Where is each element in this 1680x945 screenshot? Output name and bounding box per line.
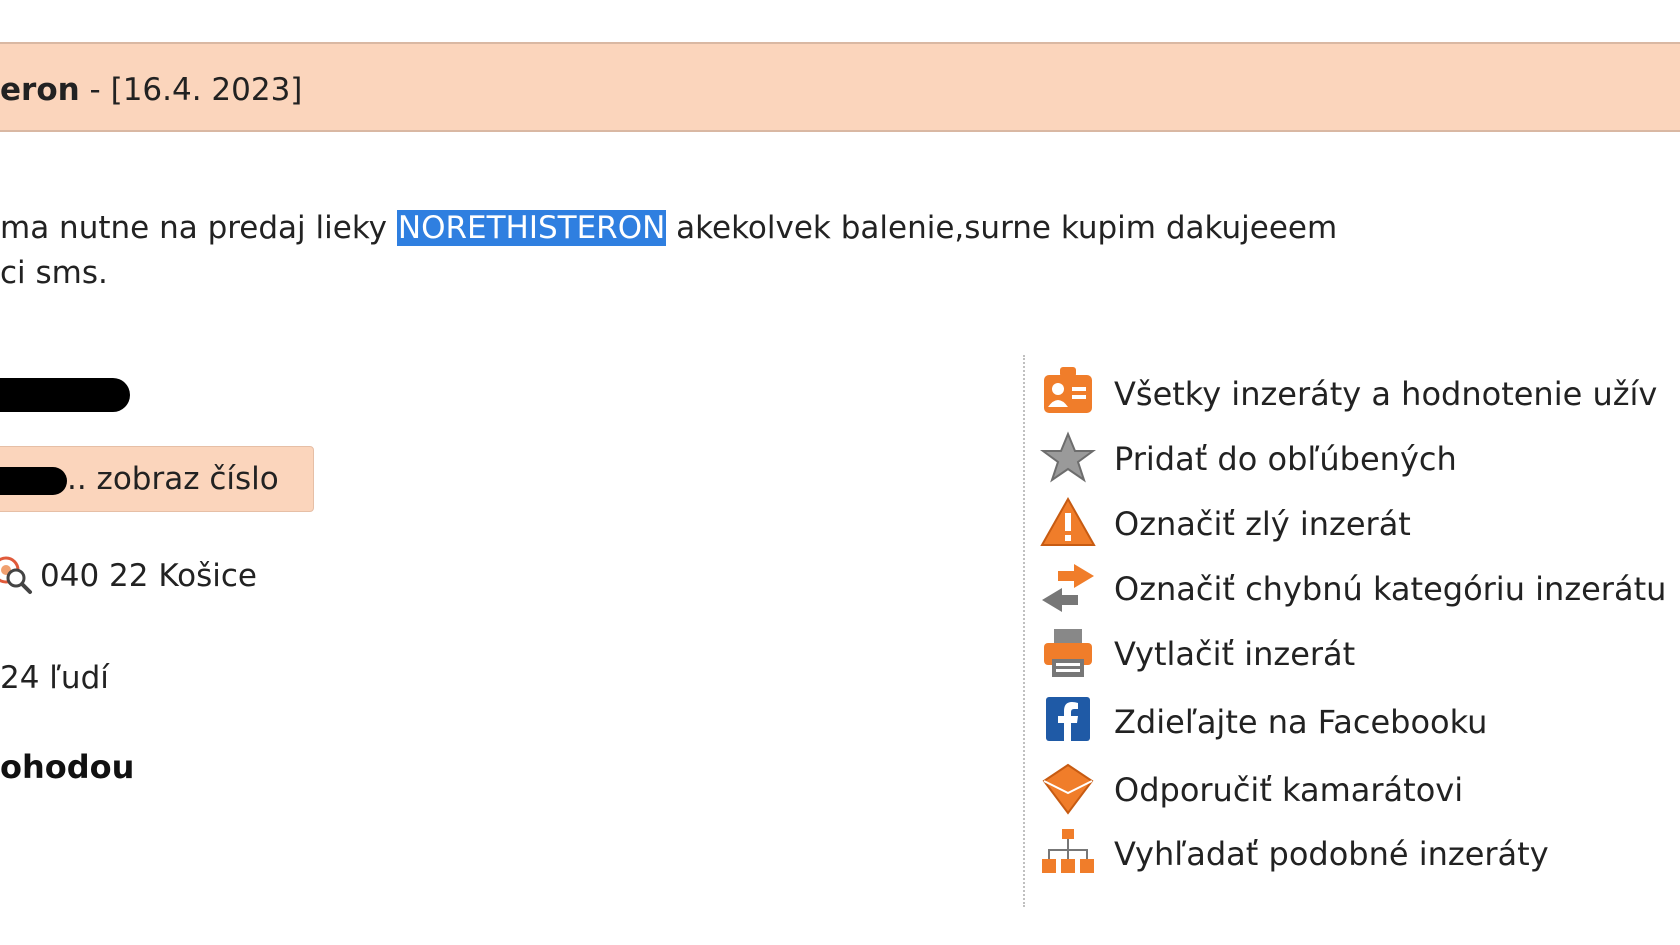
- sitemap-icon: [1042, 829, 1094, 873]
- action-report-bad-ad[interactable]: Označiť zlý inzerát: [1040, 495, 1680, 555]
- redacted-seller-name: [0, 378, 130, 412]
- action-label: Vyhľadať podobné inzeráty: [1114, 835, 1549, 873]
- redacted-phone: [0, 467, 67, 495]
- action-find-similar[interactable]: Vyhľadať podobné inzeráty: [1040, 825, 1680, 885]
- action-print-ad[interactable]: Vytlačiť inzerát: [1040, 625, 1680, 685]
- ad-description: ma nutne na predaj lieky NORETHISTERON a…: [0, 206, 1337, 296]
- ad-header-bar: eron - [16.4. 2023]: [0, 42, 1680, 132]
- description-text: ma nutne na predaj lieky: [0, 210, 397, 246]
- selected-text[interactable]: NORETHISTERON: [396, 210, 667, 246]
- warning-icon: [1040, 496, 1096, 546]
- location-link[interactable]: 040 22 Košice: [40, 558, 257, 594]
- title-separator: -: [79, 72, 111, 108]
- price-value: ohodou: [0, 748, 135, 786]
- column-divider: [1023, 355, 1025, 907]
- action-report-wrong-category[interactable]: Označiť chybnú kategóriu inzerátu: [1040, 560, 1680, 620]
- viewers-count: 24 ľudí: [0, 660, 109, 696]
- action-recommend-friend[interactable]: Odporučiť kamarátovi: [1040, 761, 1680, 821]
- star-icon: [1040, 431, 1096, 483]
- swap-arrows-icon: [1042, 564, 1094, 612]
- ad-title: eron - [16.4. 2023]: [0, 72, 302, 108]
- envelope-icon: [1042, 763, 1094, 815]
- user-card-icon: [1044, 367, 1092, 413]
- action-share-facebook[interactable]: Zdieľajte na Facebooku: [1040, 693, 1680, 753]
- action-add-favorite[interactable]: Pridať do obľúbených: [1040, 430, 1680, 490]
- show-phone-button[interactable]: .. zobraz číslo: [0, 446, 314, 512]
- action-label: Všetky inzeráty a hodnotenie užív: [1114, 375, 1658, 413]
- ad-title-text: eron: [0, 72, 80, 108]
- description-text-after: akekolvek balenie,surne kupim dakujeeem: [666, 210, 1338, 246]
- description-line-2: ci sms.: [0, 255, 108, 291]
- action-label: Odporučiť kamarátovi: [1114, 771, 1464, 809]
- printer-icon: [1044, 629, 1092, 677]
- ad-date: [16.4. 2023]: [110, 72, 303, 108]
- action-all-user-ads[interactable]: Všetky inzeráty a hodnotenie užív: [1040, 365, 1680, 425]
- action-label: Zdieľajte na Facebooku: [1114, 703, 1488, 741]
- action-label: Vytlačiť inzerát: [1114, 635, 1356, 673]
- action-label: Označiť chybnú kategóriu inzerátu: [1114, 570, 1667, 608]
- map-search-icon[interactable]: [0, 552, 36, 596]
- facebook-icon: [1046, 697, 1090, 741]
- description-line-1: ma nutne na predaj lieky NORETHISTERON a…: [0, 206, 1337, 251]
- action-label: Označiť zlý inzerát: [1114, 505, 1411, 543]
- action-label: Pridať do obľúbených: [1114, 440, 1457, 478]
- show-phone-label: .. zobraz číslo: [67, 461, 279, 497]
